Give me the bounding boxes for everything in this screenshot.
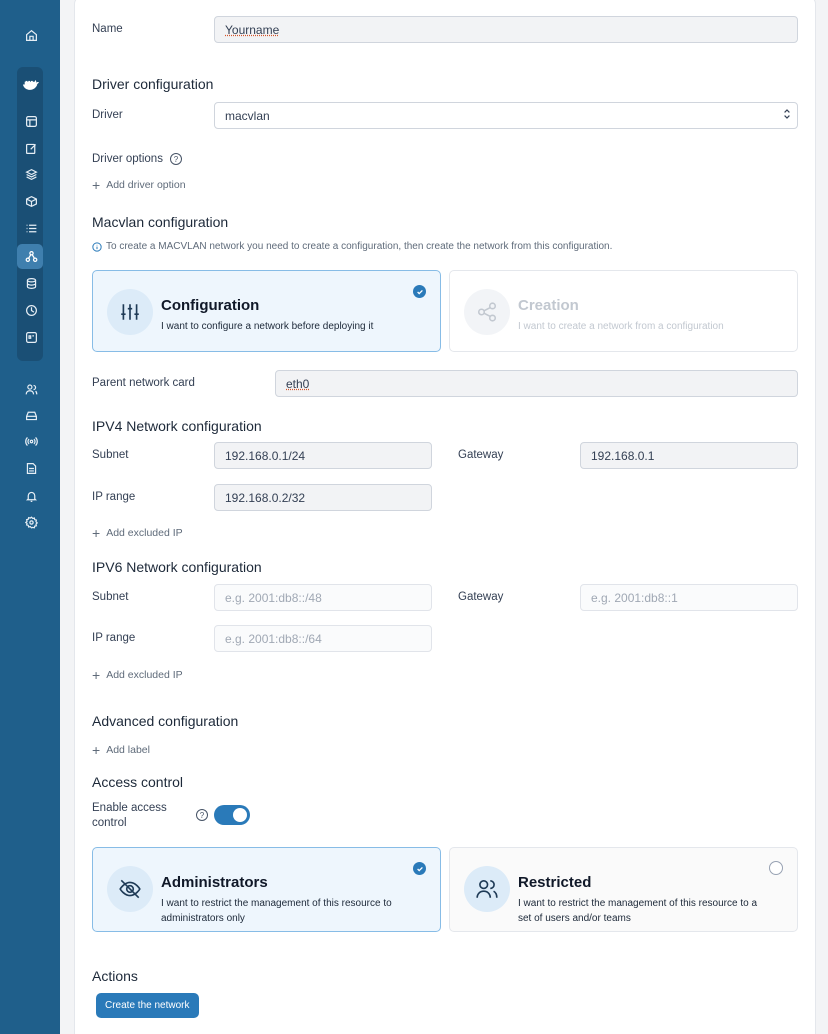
administrators-option-card[interactable]: Administrators I want to restrict the ma… [92,847,441,932]
ipv4-gateway-label: Gateway [458,449,504,461]
home-icon[interactable] [19,23,43,47]
checkmark-icon [413,285,426,298]
stacks-icon[interactable] [19,162,43,186]
driver-configuration-heading: Driver configuration [92,76,214,92]
ipv4-range-input[interactable]: 192.168.0.2/32 [214,484,432,511]
plus-icon: + [92,667,101,683]
users-icon[interactable] [19,377,43,401]
ipv4-subnet-input[interactable]: 192.168.0.1/24 [214,442,432,469]
parent-network-card-input[interactable]: eth0 [275,370,798,397]
networks-icon[interactable] [19,244,43,268]
enable-access-control-label: Enable access control [92,802,167,829]
ipv6-gateway-input[interactable]: e.g. 2001:db8::1 [580,584,798,611]
add-driver-option-button[interactable]: + Add driver option [92,178,186,192]
add-excluded-ip-ipv6-button[interactable]: + Add excluded IP [92,668,183,682]
access-control-heading: Access control [92,774,184,790]
network-form-panel: Name Yourname Driver configuration Drive… [74,0,816,1034]
notifications-icon[interactable] [19,484,43,508]
creation-title: Creation [518,297,579,314]
sidebar [0,0,60,1034]
ipv6-range-label: IP range [92,632,136,644]
help-icon[interactable]: ? [196,809,208,821]
ipv4-subnet-label: Subnet [92,449,129,461]
administrators-description: I want to restrict the management of thi… [161,898,392,924]
dashboard-icon[interactable] [19,109,43,133]
configuration-title: Configuration [161,297,260,314]
driver-options-label: Driver options [92,153,163,165]
ipv4-configuration-heading: IPV4 Network configuration [92,418,262,434]
ipv4-gateway-input[interactable]: 192.168.0.1 [580,442,798,469]
eye-off-icon [107,866,153,912]
name-input[interactable]: Yourname [214,16,798,43]
parent-network-card-label: Parent network card [92,377,195,389]
toggle-knob [233,808,247,822]
restricted-option-card[interactable]: Restricted I want to restrict the manage… [449,847,798,932]
registries-icon[interactable] [19,429,43,453]
creation-option-card[interactable]: Creation I want to create a network from… [449,270,798,352]
administrators-title: Administrators [161,874,268,891]
plus-icon: + [92,525,101,541]
plus-icon: + [92,177,101,193]
environments-icon[interactable] [19,403,43,427]
create-network-button[interactable]: Create the network [96,993,199,1018]
templates-icon[interactable] [19,136,43,160]
chevron-up-down-icon [783,108,791,120]
access-control-toggle[interactable] [214,805,250,825]
ipv6-subnet-label: Subnet [92,591,129,603]
help-icon[interactable]: ? [170,153,182,165]
info-icon [92,241,102,252]
advanced-configuration-heading: Advanced configuration [92,713,239,729]
plus-icon: + [92,742,101,758]
name-label: Name [92,23,123,35]
creation-description: I want to create a network from a config… [518,321,724,332]
macvlan-info-text: To create a MACVLAN network you need to … [92,241,612,252]
ipv6-subnet-input[interactable]: e.g. 2001:db8::/48 [214,584,432,611]
images-icon[interactable] [19,216,43,240]
sliders-icon [107,289,153,335]
radio-unselected-icon [769,861,783,875]
driver-select[interactable]: macvlan [214,102,798,129]
logs-icon[interactable] [19,456,43,480]
volumes-icon[interactable] [19,271,43,295]
ipv6-range-input[interactable]: e.g. 2001:db8::/64 [214,625,432,652]
users-icon [464,866,510,912]
macvlan-configuration-heading: Macvlan configuration [92,214,229,230]
ipv6-gateway-label: Gateway [458,591,504,603]
ipv6-configuration-heading: IPV6 Network configuration [92,559,262,575]
events-icon[interactable] [19,298,43,322]
share-icon [464,289,510,335]
restricted-description: I want to restrict the management of thi… [518,898,758,924]
configuration-description: I want to configure a network before dep… [161,321,374,332]
configuration-option-card[interactable]: Configuration I want to configure a netw… [92,270,441,352]
checkmark-icon [413,862,426,875]
add-label-button[interactable]: + Add label [92,743,150,757]
ipv4-range-label: IP range [92,491,136,503]
settings-icon[interactable] [19,510,43,534]
add-excluded-ip-ipv4-button[interactable]: + Add excluded IP [92,526,183,540]
driver-label: Driver [92,109,123,121]
actions-heading: Actions [92,968,138,984]
docker-icon [19,72,43,96]
host-icon[interactable] [19,325,43,349]
containers-icon[interactable] [19,189,43,213]
restricted-title: Restricted [518,874,592,891]
